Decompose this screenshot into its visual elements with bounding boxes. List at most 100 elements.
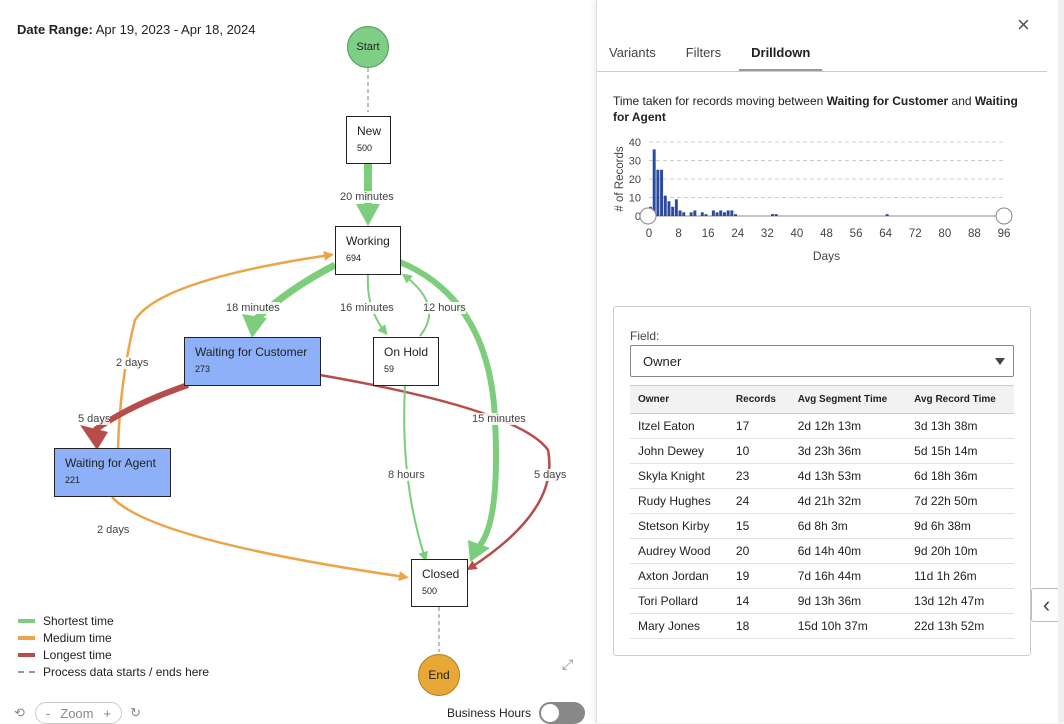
range-handle-min[interactable] xyxy=(639,207,657,225)
start-node[interactable]: Start xyxy=(347,26,389,68)
histogram-bar[interactable] xyxy=(734,214,738,216)
table-row[interactable]: Audrey Wood 20 6d 14h 40m 9d 20h 10m xyxy=(630,538,1014,564)
node-working-count: 694 xyxy=(346,253,362,264)
table-cell: 24 xyxy=(727,488,790,514)
field-select[interactable]: Owner xyxy=(630,345,1014,377)
range-handle-max[interactable] xyxy=(995,207,1013,225)
histogram-bar[interactable] xyxy=(663,195,667,216)
histogram-bar[interactable] xyxy=(771,214,774,216)
histogram-bar[interactable] xyxy=(671,206,675,216)
table-cell: 9d 6h 38m xyxy=(906,513,1014,539)
tab-variants[interactable]: Variants xyxy=(597,40,668,71)
col-avg-record-time[interactable]: Avg Record Time xyxy=(906,385,1014,414)
close-icon[interactable]: × xyxy=(1017,12,1030,38)
x-tick-label: 56 xyxy=(850,228,863,240)
histogram-bar[interactable] xyxy=(693,210,697,216)
node-new[interactable]: New 500 xyxy=(346,116,391,164)
col-avg-segment-time[interactable]: Avg Segment Time xyxy=(789,385,907,414)
histogram-bar[interactable] xyxy=(674,199,678,216)
node-closed[interactable]: Closed 500 xyxy=(411,559,468,607)
node-on-hold[interactable]: On Hold 59 xyxy=(373,337,439,386)
legend-medium-label: Medium time xyxy=(43,630,112,645)
histogram-bar[interactable] xyxy=(715,212,719,216)
zoom-label: Zoom xyxy=(60,705,94,721)
node-closed-label: Closed xyxy=(422,567,460,581)
table-cell: 17 xyxy=(727,413,790,439)
legend-shortest-swatch xyxy=(18,618,35,623)
histogram-bar[interactable] xyxy=(700,212,704,216)
histogram-bar[interactable] xyxy=(730,210,734,216)
legend-boundary-swatch xyxy=(18,670,35,673)
field-box: Field: Owner Owner Records Avg Segment T… xyxy=(613,306,1031,656)
col-owner[interactable]: Owner xyxy=(630,385,728,414)
histogram-bar[interactable] xyxy=(656,169,660,216)
table-cell: 9d 13h 36m xyxy=(789,588,907,614)
histogram-bar[interactable] xyxy=(885,214,889,216)
histogram-bar[interactable] xyxy=(689,212,693,216)
collapse-panel-icon[interactable]: ‹ xyxy=(1031,588,1061,622)
legend-longest-swatch xyxy=(18,652,35,657)
node-waiting-for-customer[interactable]: Waiting for Customer 273 xyxy=(184,337,321,386)
histogram-bar[interactable] xyxy=(678,210,682,216)
table-cell: Mary Jones xyxy=(630,613,728,639)
table-row[interactable]: Itzel Eaton 17 2d 12h 13m 3d 13h 38m xyxy=(630,413,1014,439)
edge-waitcust-closed[interactable] xyxy=(319,373,551,571)
histogram-bar[interactable] xyxy=(682,212,686,216)
caption-from: Waiting for Customer xyxy=(826,94,949,108)
histogram-bar[interactable] xyxy=(652,149,656,216)
x-tick-label: 88 xyxy=(968,228,981,240)
scrollbar[interactable] xyxy=(1058,0,1064,723)
histogram-bar[interactable] xyxy=(667,201,671,216)
node-working[interactable]: Working 694 xyxy=(335,226,401,275)
histogram-bar[interactable] xyxy=(660,169,664,216)
node-working-label: Working xyxy=(346,234,390,248)
y-tick-label: 40 xyxy=(629,137,641,149)
table-row[interactable]: Mary Jones 18 15d 10h 37m 22d 13h 52m xyxy=(630,613,1014,639)
table-cell: Axton Jordan xyxy=(630,563,728,589)
table-row[interactable]: Skyla Knight 23 4d 13h 53m 6d 18h 36m xyxy=(630,463,1014,489)
node-new-count: 500 xyxy=(357,143,373,154)
chevron-down-icon xyxy=(995,358,1005,365)
table-row[interactable]: Rudy Hughes 24 4d 21h 32m 7d 22h 50m xyxy=(630,488,1014,514)
y-tick-label: 10 xyxy=(629,193,641,205)
refresh-icon[interactable]: ⟲ xyxy=(14,705,25,721)
panel-tabs: Variants Filters Drilldown xyxy=(597,40,1047,72)
reset-icon[interactable]: ↻ xyxy=(130,705,141,721)
chart-caption: Time taken for records moving between Wa… xyxy=(613,93,1033,125)
table-cell: Rudy Hughes xyxy=(630,488,728,514)
end-node[interactable]: End xyxy=(418,654,460,696)
histogram-bar[interactable] xyxy=(704,214,708,216)
node-waiting-for-customer-count: 273 xyxy=(195,364,211,375)
table-cell: 9d 20h 10m xyxy=(906,538,1014,564)
x-tick-label: 0 xyxy=(646,228,652,240)
tab-drilldown[interactable]: Drilldown xyxy=(739,40,823,71)
histogram-bar[interactable] xyxy=(774,214,778,216)
y-tick-label: 20 xyxy=(629,174,641,186)
edge-waitagent-closed[interactable] xyxy=(111,496,409,582)
node-waiting-for-agent[interactable]: Waiting for Agent 221 xyxy=(54,448,171,497)
histogram-bar[interactable] xyxy=(719,210,723,216)
histogram-bar[interactable] xyxy=(711,210,715,216)
table-row[interactable]: Stetson Kirby 15 6d 8h 3m 9d 6h 38m xyxy=(630,513,1014,539)
expand-icon[interactable]: ⤢ xyxy=(562,656,573,673)
edge-label-waitagent-closed: 2 days xyxy=(97,524,130,536)
business-hours-toggle[interactable] xyxy=(539,702,586,724)
table-cell: 3d 13h 38m xyxy=(906,413,1014,439)
tab-filters[interactable]: Filters xyxy=(674,40,733,71)
legend-medium-swatch xyxy=(18,635,35,640)
x-tick-label: 48 xyxy=(820,228,833,240)
table-cell: John Dewey xyxy=(630,438,728,464)
zoom-out-button[interactable]: - xyxy=(46,706,50,721)
zoom-in-button[interactable]: + xyxy=(103,706,111,721)
table-row[interactable]: Tori Pollard 14 9d 13h 36m 13d 12h 47m xyxy=(630,588,1014,614)
table-row[interactable]: John Dewey 10 3d 23h 36m 5d 15h 14m xyxy=(630,438,1014,464)
histogram-bar[interactable] xyxy=(726,210,730,216)
node-on-hold-label: On Hold xyxy=(384,345,429,359)
business-hours-label: Business Hours xyxy=(447,706,532,720)
x-tick-label: 40 xyxy=(791,228,804,240)
histogram-bar[interactable] xyxy=(722,212,726,216)
table-row[interactable]: Axton Jordan 19 7d 16h 44m 11d 1h 26m xyxy=(630,563,1014,589)
table-cell: Itzel Eaton xyxy=(630,413,728,439)
col-records[interactable]: Records xyxy=(727,385,790,414)
x-tick-label: 32 xyxy=(761,228,774,240)
